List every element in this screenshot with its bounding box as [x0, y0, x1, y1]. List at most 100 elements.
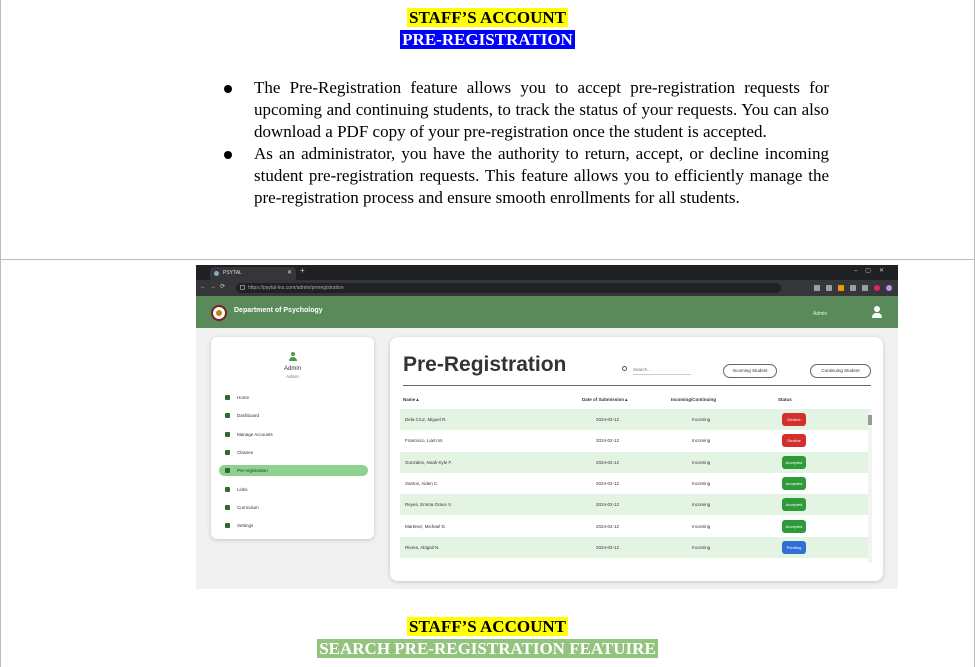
sidebar-item-links[interactable]: Links: [219, 484, 368, 495]
status-badge[interactable]: Accepted: [782, 455, 806, 469]
cell-date: 2024-02-12: [596, 480, 620, 486]
sidebar-item-settings[interactable]: Settings: [219, 520, 368, 531]
browser-tab[interactable]: PSYTAL ✕: [210, 267, 296, 280]
sidebar: Admin Admin Home Dashboard Manage Accounts…: [211, 337, 374, 539]
column-header-date[interactable]: Date of Submission▲: [582, 397, 628, 402]
table-row[interactable]: Rivera, Abigail N. 2024-02-12 Incoming Pend…: [400, 536, 871, 558]
table-scrollbar[interactable]: [868, 411, 872, 563]
status-badge[interactable]: Accepted: [782, 498, 806, 512]
search-input[interactable]: [633, 364, 691, 375]
cell-name: Santos, Aiden C.: [405, 480, 439, 486]
gear-icon: [225, 523, 230, 529]
page-title: Pre-Registration: [403, 353, 567, 376]
heading-staff-account-2: STAFF’S ACCOUNT: [407, 617, 568, 636]
sidebar-user-name: Admin: [283, 366, 301, 372]
sidebar-item-home[interactable]: Home: [219, 392, 368, 403]
extensions: [814, 283, 892, 293]
sidebar-item-label: Dashboard: [237, 413, 260, 419]
sidebar-item-label: Manage Accounts: [237, 431, 273, 437]
new-tab-icon[interactable]: +: [300, 266, 305, 275]
app-header: Department of Psychology Admin: [196, 296, 898, 328]
site-info-icon[interactable]: [240, 285, 245, 290]
url-field[interactable]: https://psytal-lnu.com/admin/preregistra…: [236, 283, 781, 293]
cell-date: 2024-02-12: [596, 438, 620, 444]
bullet-item: As an administrator, you have the author…: [222, 143, 829, 209]
incoming-student-button[interactable]: Incoming Student: [723, 364, 777, 378]
browser-tab-bar: PSYTAL ✕ + –▢✕: [196, 265, 898, 280]
profile-icon[interactable]: [874, 285, 880, 291]
cell-name: Gonzales, Noah Kyle F.: [405, 459, 453, 465]
user-icon[interactable]: [872, 306, 882, 319]
scrollbar-thumb[interactable]: [868, 415, 872, 425]
heading-staff-account: STAFF’S ACCOUNT: [407, 8, 568, 27]
favicon-icon: [214, 271, 219, 276]
cell-type: Incoming: [692, 417, 711, 422]
status-badge[interactable]: Accepted: [782, 519, 806, 533]
cell-name: Dela Cruz, Miguel R.: [405, 417, 447, 422]
sidebar-item-label: Pre-registration: [237, 468, 268, 474]
key-icon[interactable]: [814, 285, 820, 291]
cell-date: 2024-02-12: [596, 544, 620, 550]
extension-icon[interactable]: [838, 285, 844, 291]
cell-type: Incoming: [692, 459, 711, 465]
bullet-dot-icon: [224, 85, 232, 93]
table-row[interactable]: Francisco, Liam M. 2024-02-12 Incoming Decl…: [400, 430, 871, 451]
menu-icon[interactable]: [886, 285, 892, 291]
table-row[interactable]: Reyes, Emma Grace V. 2024-02-12 Incoming Ac…: [400, 494, 871, 516]
close-tab-icon[interactable]: ✕: [287, 267, 292, 280]
cell-name: Martinez, Michael D.: [405, 523, 447, 529]
table-row[interactable]: Gonzales, Noah Kyle F. 2024-02-12 Incoming…: [400, 451, 871, 473]
search-icon: [622, 366, 627, 371]
cell-name: Rivera, Abigail N.: [405, 544, 440, 550]
heading-pre-registration: PRE-REGISTRATION: [400, 30, 575, 49]
heading-search-feature: SEARCH PRE-REGISTRATION FEATUIRE: [317, 639, 658, 658]
table-row[interactable]: Santos, Aiden C. 2024-02-12 Incoming Accept…: [400, 473, 871, 494]
cell-type: Incoming: [692, 544, 711, 550]
header-username: Admin: [813, 311, 828, 317]
window-controls[interactable]: –▢✕: [854, 267, 892, 274]
cell-date: 2024-02-12: [596, 502, 620, 508]
sidebar-item-label: Classes: [237, 449, 254, 455]
status-badge[interactable]: Pending: [782, 540, 806, 554]
table-row[interactable]: Dela Cruz, Miguel R. 2024-02-12 Incoming De…: [400, 409, 871, 430]
avatar-icon: [289, 352, 297, 361]
cell-type: Incoming: [692, 438, 711, 444]
sidebar-item-pre-registration[interactable]: Pre-registration: [219, 465, 368, 477]
sidebar-item-manage-accounts[interactable]: Manage Accounts: [219, 429, 368, 440]
cell-name: Francisco, Liam M.: [405, 438, 444, 444]
cell-type: Incoming: [692, 523, 711, 529]
cell-name: Reyes, Emma Grace V.: [405, 502, 452, 508]
sidebar-item-label: Home: [237, 395, 250, 400]
classes-icon: [225, 449, 230, 455]
bullet-list: The Pre-Registration feature allows you …: [222, 77, 829, 209]
table-divider-top: [0, 259, 975, 260]
users-icon: [225, 431, 230, 437]
link-icon: [225, 486, 230, 492]
home-icon: [225, 395, 230, 400]
document-icon: [225, 468, 230, 474]
sidebar-item-curriculum[interactable]: Curriculum: [219, 502, 368, 513]
table-row[interactable]: Martinez, Michael D. 2024-02-12 Incoming Ac…: [400, 516, 871, 537]
status-badge[interactable]: Decline: [782, 413, 806, 426]
sidebar-item-classes[interactable]: Classes: [219, 447, 368, 458]
sidebar-user-role: Admin: [286, 374, 299, 379]
dashboard-icon: [225, 413, 230, 419]
column-header-type: Incoming/Continuing: [671, 397, 716, 402]
cell-date: 2024-02-12: [596, 417, 620, 422]
column-header-name[interactable]: Name▲: [403, 397, 420, 402]
title-divider: [403, 385, 871, 386]
status-badge[interactable]: Accepted: [782, 476, 806, 490]
nav-buttons[interactable]: ←→⟳: [200, 283, 229, 290]
department-name: Department of Psychology: [234, 307, 323, 314]
app-screenshot: PSYTAL ✕ + –▢✕ ←→⟳ https://psytal-lnu.com…: [196, 265, 898, 589]
extensions-puzzle-icon[interactable]: [850, 285, 856, 291]
department-logo: [211, 305, 227, 321]
status-badge[interactable]: Decline: [782, 434, 806, 448]
sidepanel-icon[interactable]: [862, 285, 868, 291]
star-icon[interactable]: [826, 285, 832, 291]
continuing-student-button[interactable]: Continuing Student: [810, 364, 871, 378]
search-box: [622, 364, 692, 376]
sidebar-item-dashboard[interactable]: Dashboard: [219, 410, 368, 421]
sidebar-item-label: Settings: [237, 523, 254, 529]
column-header-status: Status: [778, 397, 792, 402]
